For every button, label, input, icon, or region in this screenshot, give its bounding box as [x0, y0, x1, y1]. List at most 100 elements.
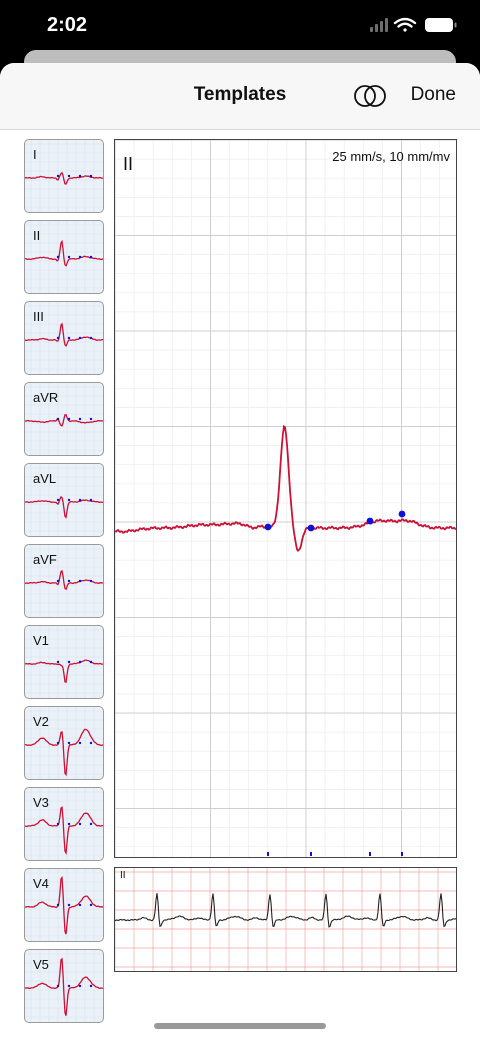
- lead-thumbnail-label: V3: [33, 795, 49, 810]
- battery-icon: [425, 18, 457, 32]
- plot-grid: [115, 140, 456, 857]
- thumbnail-waveform: [25, 171, 103, 185]
- thumbnail-marker: [89, 903, 93, 907]
- lead-thumbnail-v1[interactable]: V1: [24, 625, 104, 699]
- fiducial-marker: [398, 510, 406, 518]
- thumbnail-marker: [56, 336, 60, 340]
- lead-thumbnail-v4[interactable]: V4: [24, 868, 104, 942]
- lead-thumbnail-v5[interactable]: V5: [24, 949, 104, 1023]
- lead-thumbnail-avf[interactable]: aVF: [24, 544, 104, 618]
- thumbnail-marker: [78, 660, 82, 664]
- lead-thumbnail-label: aVF: [33, 552, 57, 567]
- thumbnail-marker: [78, 984, 82, 988]
- scale-readout: 25 mm/s, 10 mm/mv: [332, 149, 450, 164]
- thumbnail-marker: [89, 498, 93, 502]
- thumbnail-marker: [78, 822, 82, 826]
- template-plot-canvas: [115, 140, 456, 857]
- template-waveform: [115, 424, 456, 553]
- thumbnail-marker: [67, 417, 71, 421]
- thumbnail-marker: [67, 660, 71, 664]
- thumbnail-marker: [89, 417, 93, 421]
- overlay-toggle-button[interactable]: [352, 81, 388, 111]
- thumbnail-marker: [56, 498, 60, 502]
- thumbnail-marker: [78, 741, 82, 745]
- thumbnail-marker: [78, 903, 82, 907]
- lead-thumbnail-ii[interactable]: II: [24, 220, 104, 294]
- cellular-signal-icon: [370, 18, 388, 32]
- done-button[interactable]: Done: [411, 84, 456, 106]
- lead-thumbnail-i[interactable]: I: [24, 139, 104, 213]
- template-plot[interactable]: II 25 mm/s, 10 mm/mv: [114, 139, 457, 858]
- lead-thumbnail-label: aVL: [33, 471, 57, 486]
- thumbnail-marker: [67, 903, 71, 907]
- thumbnail-marker: [78, 174, 82, 178]
- thumbnail-marker: [56, 741, 60, 745]
- thumbnail-marker: [56, 174, 60, 178]
- fiducial-marker: [264, 523, 272, 531]
- rhythm-strip[interactable]: II: [114, 867, 457, 972]
- thumbnail-marker: [56, 822, 60, 826]
- thumbnail-marker: [67, 741, 71, 745]
- page-title: Templates: [193, 84, 287, 105]
- status-time: 2:02: [47, 14, 88, 36]
- thumbnail-marker: [89, 822, 93, 826]
- templates-sheet: Templates Done I II III aVR aVL aVF V1 V…: [0, 63, 480, 1039]
- rhythm-strip-canvas: [115, 868, 456, 971]
- thumbnail-marker: [56, 579, 60, 583]
- nav-bar: Templates Done: [0, 63, 480, 130]
- thumbnail-marker: [78, 336, 82, 340]
- thumbnail-marker: [89, 984, 93, 988]
- lead-thumbnail-label: II: [33, 228, 41, 243]
- thumbnail-marker: [56, 903, 60, 907]
- thumbnail-marker: [78, 255, 82, 259]
- fiducial-marker: [366, 517, 374, 525]
- home-indicator: [154, 1023, 326, 1029]
- status-icons: [370, 16, 460, 36]
- thumbnail-marker: [78, 579, 82, 583]
- thumbnail-marker: [56, 255, 60, 259]
- thumbnail-marker: [89, 174, 93, 178]
- thumbnail-marker: [78, 417, 82, 421]
- thumbnail-marker: [67, 336, 71, 340]
- wifi-icon: [393, 17, 417, 32]
- thumbnail-marker: [89, 255, 93, 259]
- rhythm-grid: [115, 868, 456, 971]
- lead-thumbnail-label: V2: [33, 714, 49, 729]
- thumbnail-marker: [56, 984, 60, 988]
- thumbnail-marker: [56, 417, 60, 421]
- lead-thumbnail-label: aVR: [33, 390, 59, 405]
- lead-thumbnail-label: V1: [33, 633, 49, 648]
- lead-thumbnail-trace: [25, 140, 103, 212]
- lead-thumbnail-avr[interactable]: aVR: [24, 382, 104, 456]
- thumbnail-marker: [89, 660, 93, 664]
- lead-thumbnail-label: III: [33, 309, 44, 324]
- thumbnail-marker: [67, 984, 71, 988]
- lead-thumbnail-avl[interactable]: aVL: [24, 463, 104, 537]
- rhythm-lead-label: II: [120, 870, 126, 881]
- overlapping-circles-icon: [354, 85, 386, 107]
- lead-thumbnail-label: V4: [33, 876, 49, 891]
- thumbnail-waveform: [25, 322, 103, 347]
- thumbnail-marker: [67, 822, 71, 826]
- fiducial-marker: [307, 524, 315, 532]
- thumbnail-waveform: [25, 414, 103, 427]
- thumbnail-waveform: [25, 239, 103, 267]
- lead-thumbnail-label: V5: [33, 957, 49, 972]
- thumbnail-marker: [89, 579, 93, 583]
- thumbnail-marker: [89, 336, 93, 340]
- lead-thumbnail-label: I: [33, 147, 37, 162]
- thumbnail-waveform: [25, 728, 103, 777]
- lead-thumbnail-v2[interactable]: V2: [24, 706, 104, 780]
- lead-thumbnail-v3[interactable]: V3: [24, 787, 104, 861]
- thumbnail-waveform: [25, 659, 103, 684]
- thumbnail-marker: [78, 498, 82, 502]
- thumbnail-marker: [67, 255, 71, 259]
- thumbnail-marker: [67, 579, 71, 583]
- lead-thumbnail-iii[interactable]: III: [24, 301, 104, 375]
- status-bar: 2:02: [0, 0, 480, 52]
- thumbnail-marker: [56, 660, 60, 664]
- template-lead-label: II: [123, 154, 134, 174]
- thumbnail-marker: [67, 498, 71, 502]
- thumbnail-marker: [67, 174, 71, 178]
- thumbnail-marker: [89, 741, 93, 745]
